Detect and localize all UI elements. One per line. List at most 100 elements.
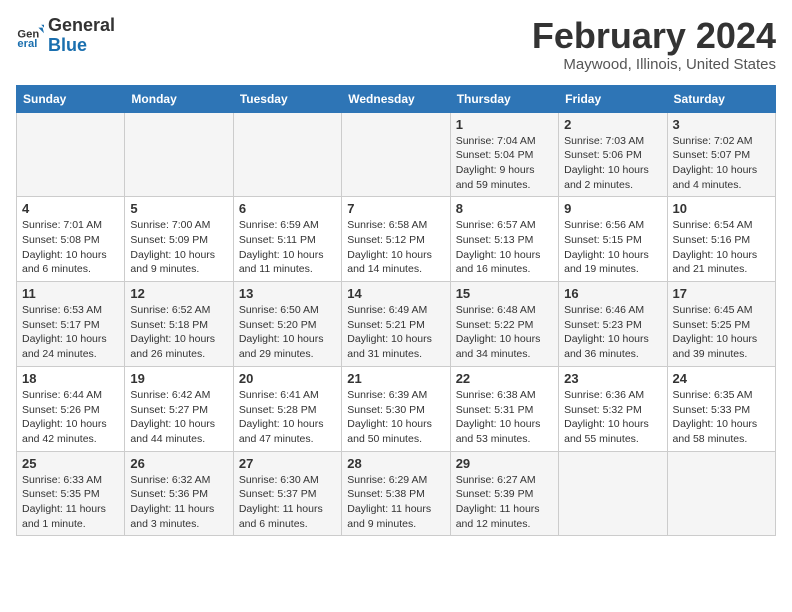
calendar-cell — [559, 451, 667, 536]
calendar-cell: 7 Sunrise: 6:58 AMSunset: 5:12 PMDaylight… — [342, 197, 450, 282]
day-number: 14 — [347, 286, 444, 301]
weekday-header-friday: Friday — [559, 85, 667, 112]
day-info: Sunrise: 6:39 AMSunset: 5:30 PMDaylight:… — [347, 388, 444, 447]
day-info: Sunrise: 6:53 AMSunset: 5:17 PMDaylight:… — [22, 303, 119, 362]
calendar-cell: 23 Sunrise: 6:36 AMSunset: 5:32 PMDayligh… — [559, 366, 667, 451]
day-number: 25 — [22, 456, 119, 471]
logo-text-line2: Blue — [48, 36, 115, 56]
day-number: 28 — [347, 456, 444, 471]
calendar-cell: 2 Sunrise: 7:03 AMSunset: 5:06 PMDaylight… — [559, 112, 667, 197]
calendar-cell: 29 Sunrise: 6:27 AMSunset: 5:39 PMDayligh… — [450, 451, 558, 536]
day-number: 9 — [564, 201, 661, 216]
day-info: Sunrise: 7:01 AMSunset: 5:08 PMDaylight:… — [22, 218, 119, 277]
calendar-week-row: 18 Sunrise: 6:44 AMSunset: 5:26 PMDayligh… — [17, 366, 776, 451]
calendar-cell: 22 Sunrise: 6:38 AMSunset: 5:31 PMDayligh… — [450, 366, 558, 451]
day-number: 23 — [564, 371, 661, 386]
day-info: Sunrise: 6:32 AMSunset: 5:36 PMDaylight:… — [130, 473, 227, 532]
day-number: 8 — [456, 201, 553, 216]
title-area: February 2024 Maywood, Illinois, United … — [532, 16, 776, 73]
day-info: Sunrise: 7:00 AMSunset: 5:09 PMDaylight:… — [130, 218, 227, 277]
day-number: 24 — [673, 371, 770, 386]
day-info: Sunrise: 6:35 AMSunset: 5:33 PMDaylight:… — [673, 388, 770, 447]
weekday-header-row: SundayMondayTuesdayWednesdayThursdayFrid… — [17, 85, 776, 112]
day-number: 10 — [673, 201, 770, 216]
day-info: Sunrise: 7:02 AMSunset: 5:07 PMDaylight:… — [673, 134, 770, 193]
day-info: Sunrise: 6:48 AMSunset: 5:22 PMDaylight:… — [456, 303, 553, 362]
weekday-header-tuesday: Tuesday — [233, 85, 341, 112]
day-info: Sunrise: 6:42 AMSunset: 5:27 PMDaylight:… — [130, 388, 227, 447]
logo-text-line1: General — [48, 16, 115, 36]
day-info: Sunrise: 6:38 AMSunset: 5:31 PMDaylight:… — [456, 388, 553, 447]
day-info: Sunrise: 6:41 AMSunset: 5:28 PMDaylight:… — [239, 388, 336, 447]
day-number: 1 — [456, 117, 553, 132]
day-info: Sunrise: 7:03 AMSunset: 5:06 PMDaylight:… — [564, 134, 661, 193]
logo: Gen eral General Blue — [16, 16, 115, 56]
weekday-header-wednesday: Wednesday — [342, 85, 450, 112]
day-info: Sunrise: 6:27 AMSunset: 5:39 PMDaylight:… — [456, 473, 553, 532]
day-info: Sunrise: 6:45 AMSunset: 5:25 PMDaylight:… — [673, 303, 770, 362]
calendar-cell: 10 Sunrise: 6:54 AMSunset: 5:16 PMDayligh… — [667, 197, 775, 282]
day-number: 5 — [130, 201, 227, 216]
day-number: 3 — [673, 117, 770, 132]
day-info: Sunrise: 6:29 AMSunset: 5:38 PMDaylight:… — [347, 473, 444, 532]
calendar-cell — [17, 112, 125, 197]
calendar-cell: 19 Sunrise: 6:42 AMSunset: 5:27 PMDayligh… — [125, 366, 233, 451]
day-number: 7 — [347, 201, 444, 216]
calendar-cell: 6 Sunrise: 6:59 AMSunset: 5:11 PMDaylight… — [233, 197, 341, 282]
calendar-week-row: 1Sunrise: 7:04 AMSunset: 5:04 PMDaylight… — [17, 112, 776, 197]
day-info: Sunrise: 6:44 AMSunset: 5:26 PMDaylight:… — [22, 388, 119, 447]
calendar-cell: 24 Sunrise: 6:35 AMSunset: 5:33 PMDayligh… — [667, 366, 775, 451]
svg-text:eral: eral — [17, 38, 37, 50]
day-number: 4 — [22, 201, 119, 216]
weekday-header-saturday: Saturday — [667, 85, 775, 112]
day-number: 11 — [22, 286, 119, 301]
weekday-header-monday: Monday — [125, 85, 233, 112]
calendar-cell: 4 Sunrise: 7:01 AMSunset: 5:08 PMDaylight… — [17, 197, 125, 282]
day-number: 17 — [673, 286, 770, 301]
day-number: 19 — [130, 371, 227, 386]
day-number: 2 — [564, 117, 661, 132]
day-number: 21 — [347, 371, 444, 386]
day-number: 27 — [239, 456, 336, 471]
weekday-header-thursday: Thursday — [450, 85, 558, 112]
day-info: Sunrise: 6:52 AMSunset: 5:18 PMDaylight:… — [130, 303, 227, 362]
day-info: Sunrise: 6:57 AMSunset: 5:13 PMDaylight:… — [456, 218, 553, 277]
calendar-cell: 18 Sunrise: 6:44 AMSunset: 5:26 PMDayligh… — [17, 366, 125, 451]
calendar-cell — [233, 112, 341, 197]
calendar-cell: 9 Sunrise: 6:56 AMSunset: 5:15 PMDaylight… — [559, 197, 667, 282]
day-info: Sunrise: 6:50 AMSunset: 5:20 PMDaylight:… — [239, 303, 336, 362]
calendar-cell: 16Sunrise: 6:46 AMSunset: 5:23 PMDayligh… — [559, 282, 667, 367]
calendar-cell: 1Sunrise: 7:04 AMSunset: 5:04 PMDaylight… — [450, 112, 558, 197]
day-number: 18 — [22, 371, 119, 386]
day-info: Sunrise: 6:36 AMSunset: 5:32 PMDaylight:… — [564, 388, 661, 447]
day-number: 20 — [239, 371, 336, 386]
calendar-cell: 28 Sunrise: 6:29 AMSunset: 5:38 PMDayligh… — [342, 451, 450, 536]
day-number: 6 — [239, 201, 336, 216]
day-info: Sunrise: 6:49 AMSunset: 5:21 PMDaylight:… — [347, 303, 444, 362]
day-info: Sunrise: 6:58 AMSunset: 5:12 PMDaylight:… — [347, 218, 444, 277]
calendar-week-row: 11 Sunrise: 6:53 AMSunset: 5:17 PMDayligh… — [17, 282, 776, 367]
calendar-cell — [125, 112, 233, 197]
day-number: 12 — [130, 286, 227, 301]
calendar-cell: 12 Sunrise: 6:52 AMSunset: 5:18 PMDayligh… — [125, 282, 233, 367]
calendar-cell: 27 Sunrise: 6:30 AMSunset: 5:37 PMDayligh… — [233, 451, 341, 536]
page-header: Gen eral General Blue February 2024 Mayw… — [16, 16, 776, 73]
month-title: February 2024 — [532, 16, 776, 56]
day-number: 29 — [456, 456, 553, 471]
calendar-cell: 8 Sunrise: 6:57 AMSunset: 5:13 PMDaylight… — [450, 197, 558, 282]
day-number: 22 — [456, 371, 553, 386]
calendar-cell — [667, 451, 775, 536]
location-title: Maywood, Illinois, United States — [532, 56, 776, 73]
calendar-week-row: 25Sunrise: 6:33 AMSunset: 5:35 PMDayligh… — [17, 451, 776, 536]
day-number: 26 — [130, 456, 227, 471]
logo-icon: Gen eral — [16, 22, 44, 50]
day-info: Sunrise: 6:54 AMSunset: 5:16 PMDaylight:… — [673, 218, 770, 277]
calendar-table: SundayMondayTuesdayWednesdayThursdayFrid… — [16, 85, 776, 537]
day-info: Sunrise: 6:59 AMSunset: 5:11 PMDaylight:… — [239, 218, 336, 277]
weekday-header-sunday: Sunday — [17, 85, 125, 112]
day-info: Sunrise: 6:30 AMSunset: 5:37 PMDaylight:… — [239, 473, 336, 532]
day-number: 15 — [456, 286, 553, 301]
day-info: Sunrise: 6:56 AMSunset: 5:15 PMDaylight:… — [564, 218, 661, 277]
calendar-week-row: 4 Sunrise: 7:01 AMSunset: 5:08 PMDaylight… — [17, 197, 776, 282]
calendar-cell: 17 Sunrise: 6:45 AMSunset: 5:25 PMDayligh… — [667, 282, 775, 367]
